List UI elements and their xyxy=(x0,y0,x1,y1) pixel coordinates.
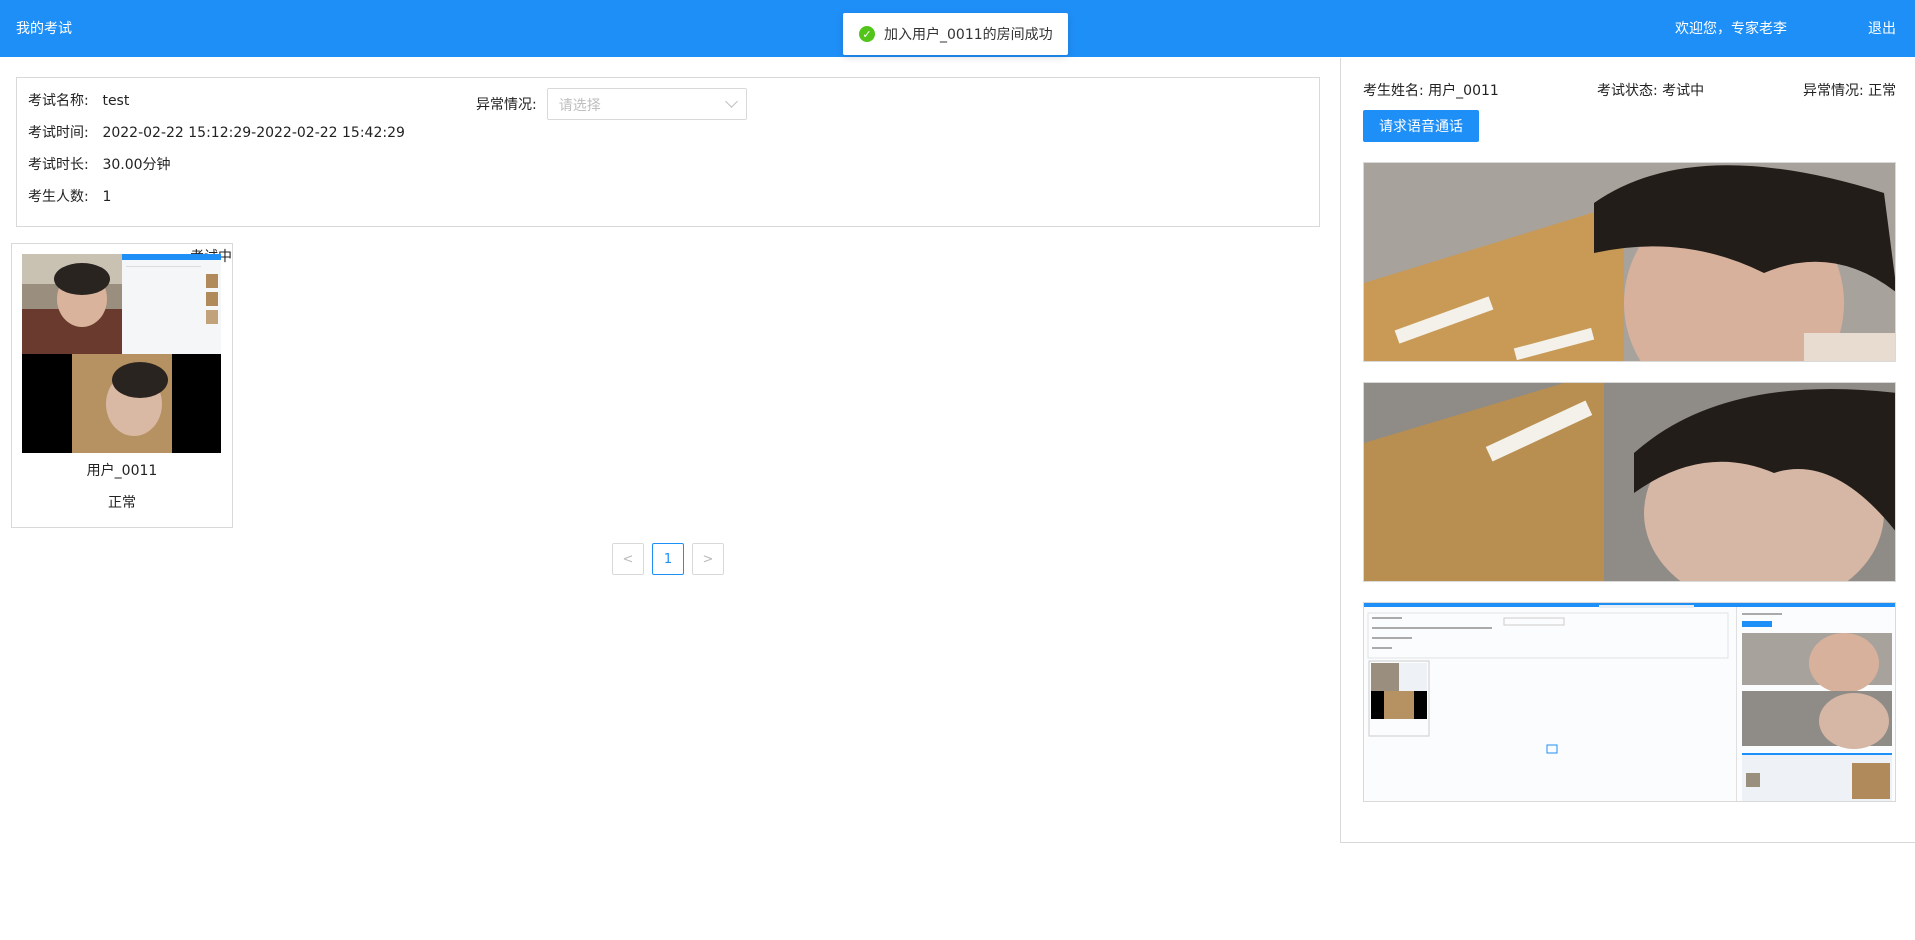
exam-time-value: 2022-02-22 15:12:29-2022-02-22 15:42:29 xyxy=(102,125,405,141)
success-toast: ✓ 加入用户_0011的房间成功 xyxy=(843,13,1068,55)
request-voice-call-button[interactable]: 请求语音通话 xyxy=(1363,110,1479,142)
logout-link[interactable]: 退出 xyxy=(1868,18,1896,38)
exam-count-value: 1 xyxy=(102,189,112,205)
student-video-thumbnail xyxy=(22,254,221,453)
next-page-button[interactable]: > xyxy=(692,543,724,575)
abnormal-select[interactable]: 请选择 xyxy=(546,88,747,120)
exam-duration-value: 30.00分钟 xyxy=(102,157,171,173)
welcome-text: 欢迎您，专家老李 xyxy=(1675,21,1787,37)
student-card[interactable]: 考试中 用户_0011 正常 xyxy=(11,243,233,528)
page-title[interactable]: 我的考试 xyxy=(16,18,72,38)
exam-time-label: 考试时间: xyxy=(28,125,89,141)
student-name: 用户_0011 xyxy=(86,463,158,479)
abnormal-select-placeholder: 请选择 xyxy=(558,98,601,114)
exam-name-label: 考试名称: xyxy=(28,93,89,109)
camera-feed-side xyxy=(1363,382,1896,582)
exam-count-row: 考生人数: 1 xyxy=(28,186,111,206)
chevron-down-icon xyxy=(724,95,738,108)
abnormal-filter: 异常情况: 请选择 xyxy=(476,88,747,120)
exam-count-label: 考生人数: xyxy=(28,189,89,205)
detail-exam-status: 考试状态: 考试中 xyxy=(1597,83,1705,99)
camera-feed-front xyxy=(1363,162,1896,362)
pagination: < 1 > xyxy=(612,543,724,575)
exam-info-panel: 考试名称: test 考试时间: 2022-02-22 15:12:29-202… xyxy=(16,77,1320,227)
abnormal-filter-label: 异常情况: xyxy=(476,97,537,113)
student-detail-panel: 考生姓名: 用户_0011 考试状态: 考试中 异常情况: 正常 请求语音通话 xyxy=(1340,58,1915,843)
student-state: 正常 xyxy=(108,495,136,511)
detail-abnormal: 异常情况: 正常 xyxy=(1803,83,1897,99)
prev-page-button[interactable]: < xyxy=(612,543,644,575)
check-circle-icon: ✓ xyxy=(859,26,875,42)
exam-duration-label: 考试时长: xyxy=(28,157,89,173)
exam-duration-row: 考试时长: 30.00分钟 xyxy=(28,154,171,174)
page-1-button[interactable]: 1 xyxy=(652,543,684,575)
exam-name-row: 考试名称: test xyxy=(28,90,129,110)
exam-time-row: 考试时间: 2022-02-22 15:12:29-2022-02-22 15:… xyxy=(28,122,405,142)
exam-name-value: test xyxy=(102,93,130,109)
detail-student-name: 考生姓名: 用户_0011 xyxy=(1363,83,1499,99)
toast-message: 加入用户_0011的房间成功 xyxy=(884,27,1053,43)
screen-share-feed xyxy=(1363,602,1896,802)
